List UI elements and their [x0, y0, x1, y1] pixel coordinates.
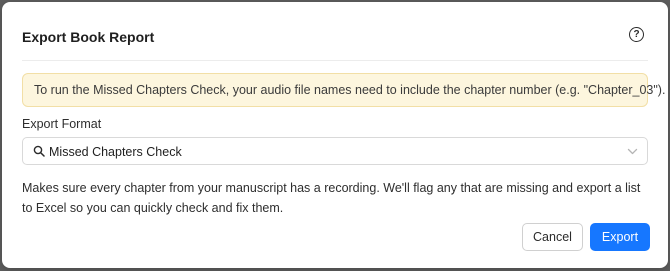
format-description: Makes sure every chapter from your manus…: [22, 181, 641, 215]
chevron-down-icon: [627, 148, 638, 155]
question-circle-icon[interactable]: ?: [629, 27, 644, 42]
export-button[interactable]: Export: [590, 223, 650, 251]
export-format-select[interactable]: Missed Chapters Check: [22, 137, 648, 165]
help-glyph: ?: [633, 28, 640, 40]
export-format-label: Export Format: [22, 117, 102, 131]
export-format-value: Missed Chapters Check: [49, 145, 182, 159]
dialog-header: Export Book Report ?: [22, 22, 648, 52]
header-divider: [22, 60, 648, 61]
requirement-notice: To run the Missed Chapters Check, your a…: [22, 73, 665, 107]
export-book-report-dialog: Export Book Report ? To run the Missed C…: [2, 2, 668, 268]
cancel-button[interactable]: Cancel: [522, 223, 583, 251]
dialog-title: Export Book Report: [22, 29, 155, 45]
search-icon: [33, 145, 45, 157]
